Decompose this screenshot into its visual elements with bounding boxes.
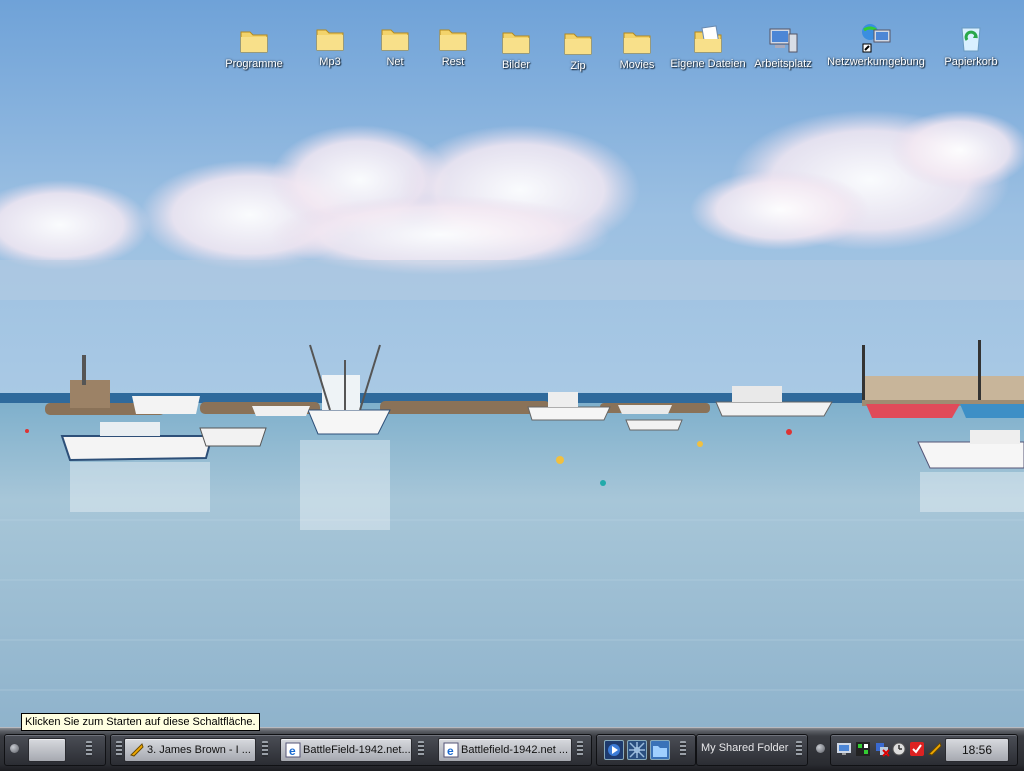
winamp-tray-icon[interactable] — [927, 741, 943, 757]
taskbar-clock[interactable]: 18:56 — [945, 738, 1009, 762]
taskbar-grip[interactable] — [418, 741, 424, 757]
taskbar-knob — [816, 744, 825, 753]
clock-icon[interactable] — [891, 741, 907, 757]
antivirus-icon[interactable] — [909, 741, 925, 757]
network-status-icon[interactable] — [855, 741, 871, 757]
taskbar-grip[interactable] — [680, 741, 686, 757]
desktop: Programme Mp3 Net Rest Bilder Zip Movies… — [0, 0, 1024, 727]
explorer-icon[interactable] — [650, 740, 670, 760]
task-button-browser-2[interactable]: e Battlefield-1942.net ... — [438, 738, 572, 762]
monitor-icon[interactable] — [836, 741, 852, 757]
internet-explorer-icon: e — [285, 742, 301, 758]
internet-explorer-icon: e — [443, 742, 459, 758]
taskbar-grip[interactable] — [86, 741, 92, 757]
desktop-icon-label: Papierkorb — [944, 56, 998, 68]
volume-mute-icon[interactable] — [874, 741, 890, 757]
recycle-bin-icon — [961, 27, 981, 52]
desktop-icon-papierkorb[interactable]: Papierkorb — [916, 22, 1024, 68]
taskbar: 3. James Brown - I ... e BattleField-194… — [0, 727, 1024, 771]
network-places-icon — [862, 24, 891, 53]
taskbar-knob — [10, 744, 19, 753]
media-player-icon[interactable] — [604, 740, 624, 760]
task-button-winamp[interactable]: 3. James Brown - I ... — [124, 738, 256, 762]
svg-text:e: e — [289, 744, 296, 758]
my-computer-icon — [769, 28, 798, 53]
shared-folder-label[interactable]: My Shared Folder — [701, 742, 788, 754]
my-documents-icon — [694, 25, 722, 53]
taskbar-grip[interactable] — [262, 741, 268, 757]
start-button-tooltip: Klicken Sie zum Starten auf diese Schalt… — [21, 713, 260, 731]
svg-text:e: e — [447, 744, 454, 758]
folder-icon — [240, 31, 268, 53]
taskbar-grip[interactable] — [116, 741, 122, 757]
task-label: 3. James Brown - I ... — [147, 744, 251, 756]
desktop-icon-label: Netzwerkumgebung — [827, 56, 925, 68]
wallpaper-harbor — [0, 0, 1024, 727]
desktop-icon-netzwerkumgebung[interactable]: Netzwerkumgebung — [821, 22, 931, 68]
taskbar-grip[interactable] — [577, 741, 583, 757]
folder-icon — [623, 32, 651, 54]
task-label: Battlefield-1942.net ... — [461, 744, 569, 756]
task-label: BattleField-1942.net... — [303, 744, 411, 756]
task-button-browser-1[interactable]: e BattleField-1942.net... — [280, 738, 412, 762]
winamp-icon — [130, 743, 144, 757]
start-button[interactable] — [28, 738, 66, 762]
taskbar-grip[interactable] — [796, 741, 802, 757]
network-icon[interactable] — [627, 740, 647, 760]
